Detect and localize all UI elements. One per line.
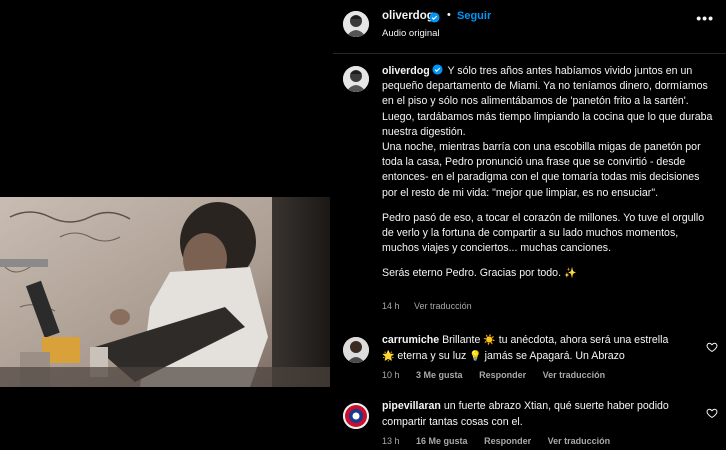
comment-likes[interactable]: 3 Me gusta — [416, 370, 463, 380]
caption-meta: 14 h Ver traducción — [382, 301, 484, 311]
comment-text-part: Brillante — [442, 334, 481, 346]
comment-meta: 13 h 16 Me gusta Responder Ver traducció… — [382, 436, 624, 446]
author-avatar[interactable] — [343, 11, 369, 37]
caption-text: oliverdog Y sólo tres años antes habíamo… — [382, 64, 714, 282]
comment-meta: 10 h 3 Me gusta Responder Ver traducción — [382, 370, 619, 380]
comment-text: carrumiche Brillante ☀️ tu anécdota, aho… — [382, 333, 700, 364]
comment-username[interactable]: carrumiche — [382, 334, 439, 346]
header-separator: • — [447, 9, 451, 21]
comment-text-part: jamás se Apagará. Un Abrazo — [484, 349, 625, 362]
sparkles-emoji: ✨ — [563, 268, 577, 280]
video-frame-image — [0, 197, 330, 387]
comment-text-part: eterna y su luz — [397, 349, 467, 362]
author-username[interactable]: oliverdog — [382, 10, 434, 22]
follow-button[interactable]: Seguir — [457, 10, 491, 22]
commenter-avatar[interactable] — [343, 337, 369, 363]
comment-text: pipevillaran un fuerte abrazo Xtian, qué… — [382, 399, 700, 430]
caption-paragraph-3: Pedro pasó de eso, a tocar el corazón de… — [382, 211, 705, 255]
comment-username[interactable]: pipevillaran — [382, 400, 441, 412]
lightbulb-emoji: 💡 — [469, 350, 482, 362]
translate-link[interactable]: Ver traducción — [548, 436, 611, 446]
commenter-avatar[interactable] — [343, 403, 369, 429]
caption-author-avatar[interactable] — [343, 66, 369, 92]
caption-username[interactable]: oliverdog — [382, 65, 430, 77]
caption-translate-link[interactable]: Ver traducción — [414, 301, 472, 311]
post-caption: oliverdog Y sólo tres años antes habíamo… — [333, 54, 726, 324]
comment-likes[interactable]: 16 Me gusta — [416, 436, 468, 446]
comment-time[interactable]: 13 h — [382, 436, 400, 446]
post-details-panel: oliverdog • Seguir Audio original ••• ol… — [333, 0, 726, 450]
comment-text-part: tu anécdota, ahora será una estrella — [498, 334, 669, 346]
verified-badge-icon — [432, 64, 443, 75]
translate-link[interactable]: Ver traducción — [543, 370, 606, 380]
caption-paragraph-1: Y sólo tres años antes habíamos vivido j… — [382, 65, 713, 138]
heart-outline-icon[interactable] — [706, 340, 718, 353]
reply-button[interactable]: Responder — [484, 436, 531, 446]
more-options-icon[interactable]: ••• — [696, 10, 714, 26]
caption-paragraph-2: Una noche, mientras barría con una escob… — [382, 141, 701, 199]
audio-label[interactable]: Audio original — [382, 28, 440, 39]
post-header: oliverdog • Seguir Audio original ••• — [333, 0, 726, 54]
comment-time[interactable]: 10 h — [382, 370, 400, 380]
star-emoji: 🌟 — [382, 350, 395, 362]
post-video[interactable] — [0, 197, 330, 387]
sun-emoji: ☀️ — [483, 335, 496, 346]
heart-outline-icon[interactable] — [706, 406, 718, 419]
verified-badge-icon — [429, 10, 440, 28]
media-pane — [0, 0, 330, 450]
caption-paragraph-4: Serás eterno Pedro. Gracias por todo. — [382, 267, 562, 280]
reply-button[interactable]: Responder — [479, 370, 526, 380]
caption-time[interactable]: 14 h — [382, 301, 400, 311]
